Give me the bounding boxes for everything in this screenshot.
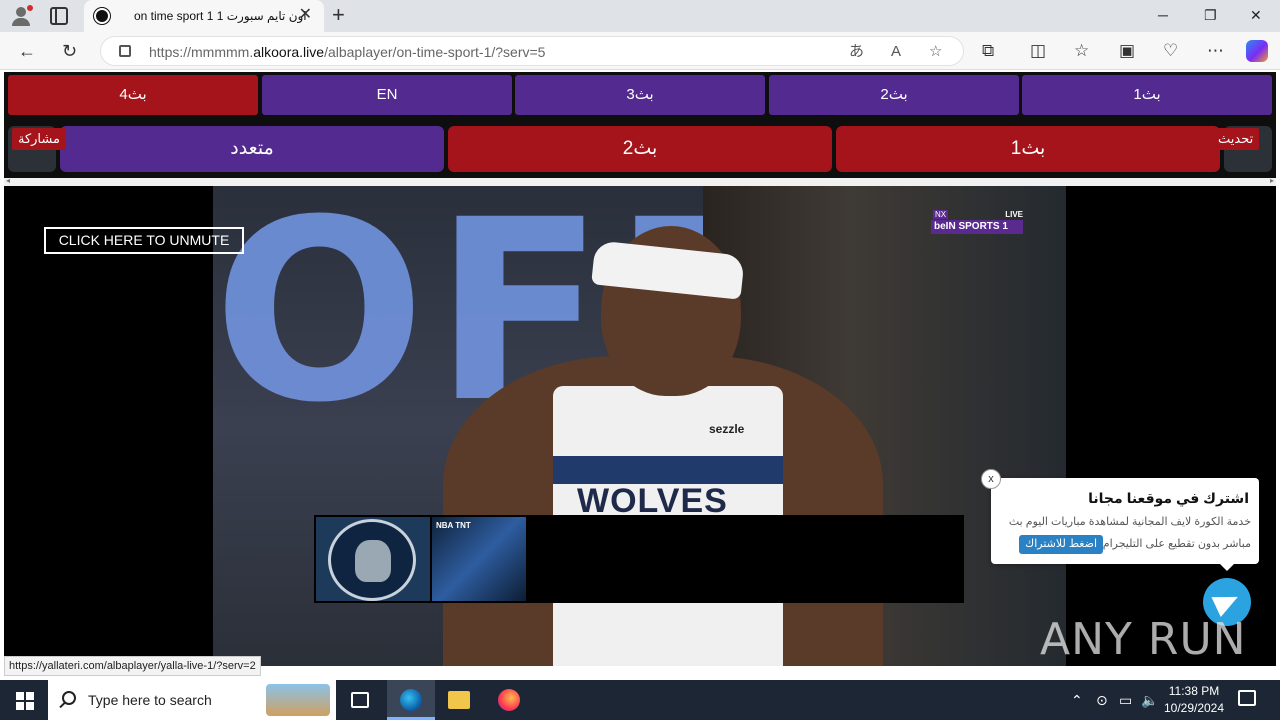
back-arrow-icon[interactable]: ← [18, 41, 36, 61]
more-menu-icon[interactable]: ⋯ [1207, 41, 1224, 61]
search-highlight-image [266, 684, 330, 716]
refresh-icon[interactable]: ↻ [62, 41, 77, 61]
search-icon [62, 691, 76, 705]
favorite-star-icon[interactable]: ☆ [929, 43, 942, 61]
server-button-bth2[interactable]: بث2 [769, 75, 1019, 115]
popup-tail [1219, 563, 1235, 571]
split-screen-icon[interactable]: ◫ [1030, 41, 1046, 61]
popup-description-line2: مباشر بدون تقطيع على التليجرام [1102, 538, 1251, 550]
network-icon[interactable]: ▭ [1119, 691, 1132, 709]
subscribe-popup: اشترك في موقعنا مجانا خدمة الكورة لايف ا… [991, 478, 1259, 564]
server-button-alt-bth2[interactable]: بث2 [448, 126, 832, 172]
active-tab[interactable]: on time sport 1 اون تايم سبورت 1 ✕ [84, 0, 324, 32]
profile-icon[interactable] [8, 5, 34, 27]
translate-icon[interactable]: あ [849, 43, 864, 61]
url-text: https://mmmmm.alkoora.live/albaplayer/on… [149, 44, 546, 60]
volume-icon[interactable]: 🔈 [1141, 691, 1158, 709]
server-button-alt-bth1[interactable]: بث1 [836, 126, 1220, 172]
refresh-label[interactable]: تحديث [1212, 128, 1260, 150]
share-label[interactable]: مشاركة [12, 128, 66, 150]
channel-logo: NX LIVE beIN SPORTS 1 [931, 210, 1023, 236]
browser-essentials-icon[interactable]: ♡ [1163, 41, 1178, 61]
server-button-en[interactable]: EN [262, 75, 512, 115]
video-player[interactable]: OFF sezzle WOLVES NX LIVE beIN SPORTS 1 … [4, 186, 1276, 666]
show-hidden-icons-icon[interactable]: ⌃ [1071, 691, 1083, 709]
score-overlay: NBA TNT [314, 515, 964, 603]
popup-description-line1: خدمة الكورة لايف المجانية لمشاهدة مباريا… [1008, 516, 1251, 528]
read-aloud-icon[interactable]: A [891, 43, 901, 61]
firefox-icon[interactable] [485, 680, 533, 720]
watermark: ANY RUN [1040, 614, 1247, 665]
server-button-bth1[interactable]: بث1 [1022, 75, 1272, 115]
taskbar-search-box[interactable]: Type here to search [48, 680, 336, 720]
url-input[interactable]: https://mmmmm.alkoora.live/albaplayer/on… [100, 36, 964, 66]
popup-close-icon[interactable]: x [981, 469, 1001, 489]
minimize-icon[interactable]: ─ [1158, 7, 1168, 23]
horizontal-scrollbar[interactable]: ◂ ▸ [4, 176, 1276, 186]
soccer-ball-icon [94, 8, 110, 24]
scroll-right-icon[interactable]: ▸ [1270, 176, 1274, 185]
notifications-icon[interactable] [1238, 690, 1256, 706]
tab-title: on time sport 1 اون تايم سبورت 1 [134, 9, 307, 23]
clock-time: 11:38 PM [1168, 684, 1220, 698]
task-view-icon[interactable] [336, 680, 384, 720]
team-logo [316, 517, 430, 601]
extensions-icon[interactable]: ⧉ [982, 41, 994, 61]
new-tab-icon[interactable]: + [332, 4, 345, 26]
status-link-preview: https://yallateri.com/albaplayer/yalla-l… [4, 656, 261, 676]
address-bar: ← ↻ https://mmmmm.alkoora.live/albaplaye… [0, 32, 1280, 70]
tab-actions-icon[interactable] [50, 7, 68, 25]
subscribe-button[interactable]: اضغط للاشتراك [1019, 535, 1103, 554]
taskbar-clock[interactable]: 11:38 PM 10/29/2024 [1158, 683, 1230, 717]
page-content: بث4 EN بث3 بث2 بث1 متعدد بث2 بث1 مشاركة … [0, 70, 1280, 680]
favorites-icon[interactable]: ☆ [1074, 41, 1089, 61]
jersey-sponsor: sezzle [709, 422, 745, 436]
browser-tab-bar: on time sport 1 اون تايم سبورت 1 ✕ + ─ ❐… [0, 0, 1280, 32]
server-button-multi[interactable]: متعدد [60, 126, 444, 172]
server-button-bth3[interactable]: بث3 [515, 75, 765, 115]
restore-icon[interactable]: ❐ [1204, 7, 1217, 23]
meet-now-icon[interactable]: ⊙ [1096, 691, 1108, 709]
clock-date: 10/29/2024 [1163, 701, 1225, 715]
scroll-left-icon[interactable]: ◂ [6, 176, 10, 185]
window-close-icon[interactable]: ✕ [1250, 7, 1262, 23]
server-button-bth4[interactable]: بث4 [8, 75, 258, 115]
copilot-icon[interactable] [1246, 40, 1268, 62]
edge-taskbar-icon[interactable] [387, 680, 435, 720]
server-buttons-frame: بث4 EN بث3 بث2 بث1 متعدد بث2 بث1 مشاركة … [4, 72, 1276, 178]
collections-icon[interactable]: ▣ [1119, 41, 1135, 61]
unmute-button[interactable]: CLICK HERE TO UNMUTE [44, 227, 244, 254]
broadcast-graphic: NBA TNT [432, 517, 526, 601]
windows-taskbar: Type here to search ⌃ ⊙ ▭ 🔈 11:38 PM 10/… [0, 680, 1280, 720]
search-placeholder: Type here to search [88, 692, 212, 708]
file-explorer-icon[interactable] [435, 680, 483, 720]
lock-icon [119, 45, 131, 57]
popup-title: اشترك في موقعنا مجانا [1088, 490, 1249, 506]
windows-start-icon[interactable] [0, 680, 48, 720]
tab-close-icon[interactable]: ✕ [299, 6, 312, 24]
